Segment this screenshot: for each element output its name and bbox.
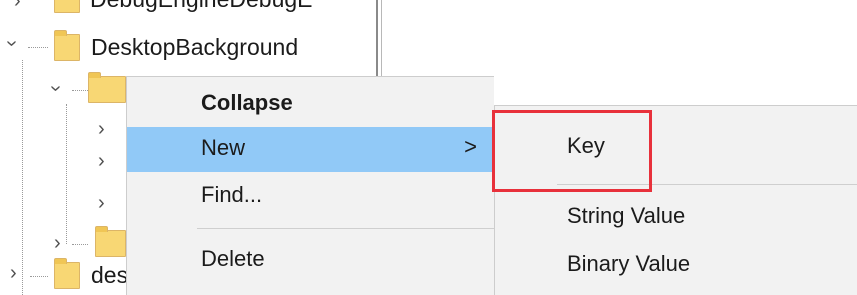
folder-icon-selected — [88, 72, 126, 103]
submenu-item-label: String Value — [567, 203, 686, 228]
tree-connector — [72, 244, 88, 245]
tree-connector — [72, 90, 88, 91]
annotation-highlight-box — [492, 110, 652, 192]
collapsed-chevron-icon[interactable]: › — [98, 150, 105, 173]
folder-icon — [54, 258, 80, 289]
menu-item-find[interactable]: Find... — [127, 174, 495, 219]
menu-item-label: Delete — [201, 246, 265, 271]
menu-item-new[interactable]: New > — [127, 127, 495, 172]
menu-item-label: Collapse — [201, 90, 293, 115]
collapsed-chevron-icon[interactable]: › — [98, 118, 105, 141]
collapsed-chevron-icon[interactable]: › — [54, 232, 61, 255]
tree-item-desktopbackground[interactable]: DesktopBackground — [91, 34, 298, 61]
menu-item-delete[interactable]: Delete — [127, 238, 495, 283]
folder-icon — [54, 30, 80, 61]
tree-item-cutoff[interactable]: DebugEngineDebugE — [90, 0, 313, 13]
collapsed-chevron-icon[interactable]: › — [14, 0, 21, 13]
collapsed-chevron-icon[interactable]: › — [10, 262, 17, 285]
submenu-item-string-value[interactable]: String Value — [495, 194, 857, 238]
expanded-chevron-icon[interactable]: › — [44, 85, 67, 92]
context-menu: Collapse New > Find... Delete — [126, 76, 497, 295]
tree-item-des[interactable]: des — [91, 262, 128, 289]
menu-item-label: New — [201, 135, 246, 160]
tree-connector — [28, 47, 48, 48]
collapsed-chevron-icon[interactable]: › — [98, 192, 105, 215]
folder-icon — [54, 0, 80, 13]
submenu-item-binary-value[interactable]: Binary Value — [495, 242, 857, 286]
menu-separator — [197, 228, 497, 229]
tree-connector — [22, 60, 23, 295]
menu-item-label: Find... — [201, 182, 263, 207]
expanded-chevron-icon[interactable]: › — [0, 40, 23, 47]
submenu-arrow-icon: > — [464, 134, 477, 159]
submenu-item-label: Binary Value — [567, 251, 691, 276]
tree-connector — [30, 276, 48, 277]
tree-connector — [66, 104, 67, 244]
folder-icon — [95, 226, 126, 257]
menu-item-collapse[interactable]: Collapse — [127, 82, 495, 127]
